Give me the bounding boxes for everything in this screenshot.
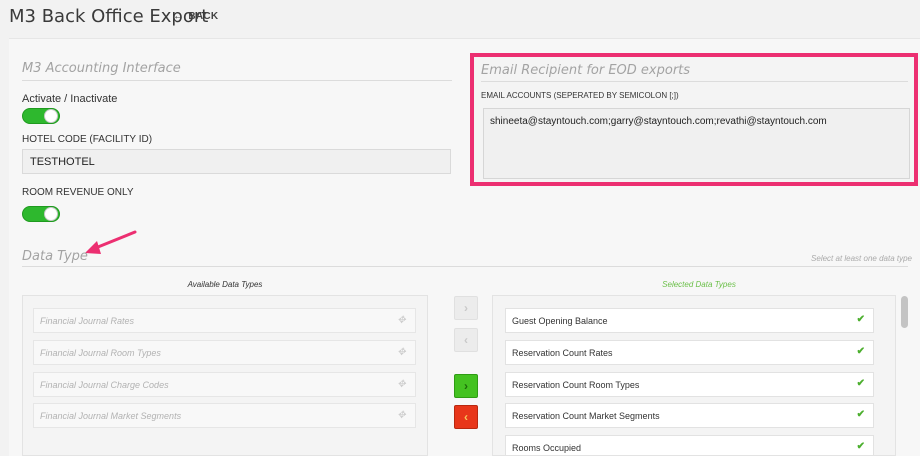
toggle-knob: [44, 109, 58, 123]
selected-item[interactable]: Reservation Count Market Segments ✔: [505, 403, 874, 428]
annotation-arrow-icon: [85, 230, 137, 254]
activate-toggle[interactable]: [22, 108, 60, 124]
available-item[interactable]: Financial Journal Market Segments ✥: [33, 403, 416, 428]
data-type-section-title: Data Type: [22, 249, 88, 264]
email-section-title: Email Recipient for EOD exports: [481, 63, 691, 78]
hotel-code-label: HOTEL CODE (FACILITY ID): [22, 134, 153, 145]
email-section-divider: [481, 81, 908, 82]
available-item-label: Financial Journal Rates: [40, 316, 135, 326]
check-icon: ✔: [856, 378, 865, 389]
selected-list-scrollbar[interactable]: [901, 296, 908, 328]
selected-item[interactable]: Guest Opening Balance ✔: [505, 308, 874, 333]
back-arrow-icon: ←: [173, 10, 185, 22]
back-button[interactable]: ← BACK: [173, 10, 218, 22]
hotel-code-input[interactable]: TESTHOTEL: [22, 149, 451, 174]
available-item[interactable]: Financial Journal Room Types ✥: [33, 340, 416, 365]
available-heading: Available Data Types: [187, 280, 263, 289]
check-icon: ✔: [856, 409, 865, 420]
selected-item-label: Guest Opening Balance: [512, 316, 608, 326]
drag-handle-icon[interactable]: ✥: [396, 410, 407, 421]
selected-item[interactable]: Rooms Occupied ✔: [505, 435, 874, 455]
check-icon: ✔: [856, 441, 865, 452]
toggle-knob: [44, 207, 58, 221]
room-revenue-label: ROOM REVENUE ONLY: [22, 187, 134, 198]
drag-handle-icon[interactable]: ✥: [396, 347, 407, 358]
selected-item[interactable]: Reservation Count Room Types ✔: [505, 372, 874, 397]
selected-item-label: Reservation Count Market Segments: [512, 411, 660, 421]
available-item[interactable]: Financial Journal Rates ✥: [33, 308, 416, 333]
selected-item-label: Reservation Count Room Types: [512, 380, 640, 390]
activate-label: Activate / Inactivate: [22, 93, 118, 105]
available-item[interactable]: Financial Journal Charge Codes ✥: [33, 372, 416, 397]
check-icon: ✔: [856, 346, 865, 357]
email-accounts-label: EMAIL ACCOUNTS (SEPERATED BY SEMICOLON […: [481, 91, 679, 100]
move-all-right-button[interactable]: ›: [454, 374, 478, 398]
room-revenue-toggle[interactable]: [22, 206, 60, 222]
move-right-button[interactable]: ›: [454, 296, 478, 320]
check-icon: ✔: [856, 314, 865, 325]
available-item-label: Financial Journal Market Segments: [40, 411, 182, 421]
email-recipient-highlight: Email Recipient for EOD exports EMAIL AC…: [470, 53, 918, 186]
drag-handle-icon[interactable]: ✥: [396, 315, 407, 326]
email-accounts-textarea[interactable]: shineeta@stayntouch.com;garry@stayntouch…: [483, 108, 910, 179]
available-list: Financial Journal Rates ✥ Financial Jour…: [22, 295, 428, 456]
available-item-label: Financial Journal Charge Codes: [40, 380, 169, 390]
available-item-label: Financial Journal Room Types: [40, 348, 161, 358]
selected-list: Guest Opening Balance ✔ Reservation Coun…: [492, 295, 896, 456]
selected-item-label: Reservation Count Rates: [512, 348, 613, 358]
move-all-left-button[interactable]: ‹: [454, 405, 478, 429]
selected-item[interactable]: Reservation Count Rates ✔: [505, 340, 874, 365]
data-type-hint: Select at least one data type: [811, 254, 912, 263]
m3-section-divider: [22, 80, 452, 81]
m3-section-title: M3 Accounting Interface: [22, 61, 181, 76]
move-left-button[interactable]: ‹: [454, 328, 478, 352]
drag-handle-icon[interactable]: ✥: [396, 379, 407, 390]
top-bar: M3 Back Office Export ← BACK: [0, 0, 920, 36]
selected-item-label: Rooms Occupied: [512, 443, 582, 453]
back-label: BACK: [188, 11, 219, 22]
selected-heading: Selected Data Types: [662, 280, 736, 289]
data-type-divider: [22, 266, 908, 267]
